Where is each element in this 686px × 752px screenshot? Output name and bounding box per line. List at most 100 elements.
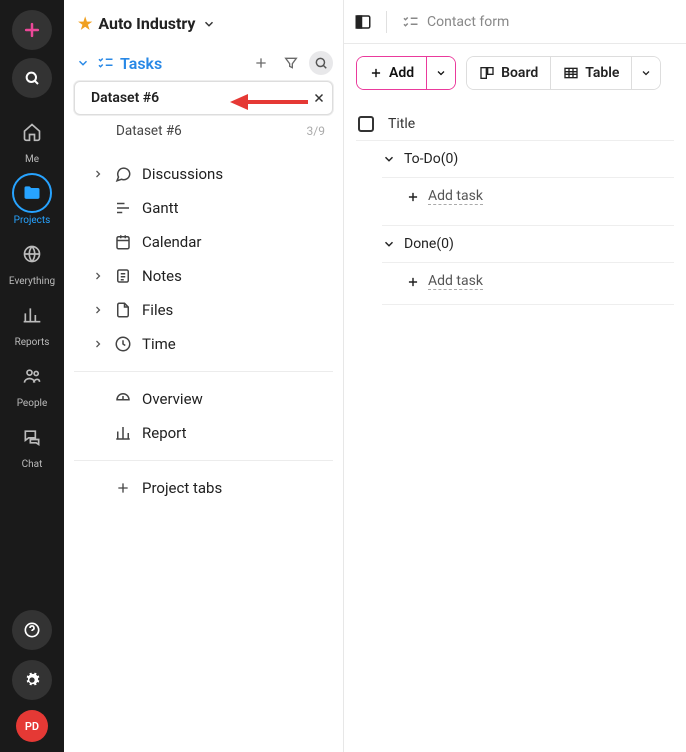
nav-discussions[interactable]: Discussions — [74, 157, 333, 191]
panel-layout-button[interactable] — [354, 13, 372, 31]
nav-item-label: Discussions — [142, 165, 223, 183]
nav-projects[interactable]: Projects — [0, 173, 64, 226]
nav-time[interactable]: Time — [74, 327, 333, 361]
nav-chat-label: Chat — [22, 459, 43, 470]
nav-me[interactable]: Me — [0, 112, 64, 165]
nav-reports[interactable]: Reports — [0, 295, 64, 348]
add-task-list-button[interactable] — [249, 51, 273, 75]
group-count: (0) — [436, 236, 454, 252]
discussions-icon — [114, 165, 132, 183]
nav-notes[interactable]: Notes — [74, 259, 333, 293]
gantt-icon — [114, 199, 132, 217]
group-todo-toggle[interactable]: To-Do(0) — [382, 141, 674, 178]
plus-icon — [406, 275, 420, 289]
people-icon — [12, 356, 52, 396]
create-button[interactable] — [12, 10, 52, 50]
nav-people-label: People — [17, 398, 48, 409]
nav-gantt[interactable]: Gantt — [74, 191, 333, 225]
nav-reports-label: Reports — [15, 337, 50, 348]
calendar-icon — [114, 233, 132, 251]
view-board-button[interactable]: Board — [467, 57, 550, 89]
plus-icon — [114, 480, 132, 496]
filter-button[interactable] — [279, 51, 303, 75]
chevron-right-icon — [92, 270, 104, 282]
table-icon — [563, 65, 579, 81]
main-panel: Contact form Add Board — [344, 0, 686, 752]
plus-icon — [369, 66, 383, 80]
chevron-down-icon — [382, 237, 396, 251]
settings-button[interactable] — [12, 660, 52, 700]
dashboard-icon — [114, 390, 132, 408]
plus-icon — [406, 190, 420, 204]
nav-everything-label: Everything — [9, 276, 55, 287]
contact-form-link[interactable]: Contact form — [401, 13, 509, 31]
add-dropdown[interactable] — [426, 57, 455, 89]
view-dropdown[interactable] — [631, 57, 660, 89]
nav-calendar[interactable]: Calendar — [74, 225, 333, 259]
column-title: Title — [388, 116, 415, 132]
nav-files[interactable]: Files — [74, 293, 333, 327]
add-task-done[interactable]: Add task — [382, 263, 674, 305]
nav-item-label: Time — [142, 335, 176, 353]
nav-item-label: Calendar — [142, 233, 202, 251]
tasks-section-toggle[interactable]: Tasks — [76, 54, 162, 73]
group-label: Done — [404, 236, 436, 252]
nav-everything[interactable]: Everything — [0, 234, 64, 287]
add-task-label: Add task — [428, 273, 483, 290]
group-count: (0) — [441, 151, 459, 167]
task-list-dataset6[interactable]: Dataset #6 — [74, 81, 333, 115]
nav-rail: Me Projects Everything Reports People — [0, 0, 64, 752]
chevron-down-icon — [435, 67, 447, 79]
file-icon — [114, 301, 132, 319]
nav-item-label: Notes — [142, 267, 182, 285]
nav-chat[interactable]: Chat — [0, 417, 64, 470]
chevron-down-icon — [202, 17, 216, 31]
clock-icon — [114, 335, 132, 353]
project-sidebar: ★ Auto Industry Tasks — [64, 0, 344, 752]
nav-item-label: Report — [142, 424, 187, 442]
task-count: 3/9 — [307, 124, 325, 138]
folder-icon — [12, 173, 52, 213]
nav-projects-label: Projects — [14, 215, 51, 226]
select-all-checkbox[interactable] — [358, 116, 374, 132]
chevron-down-icon — [76, 56, 90, 70]
group-done-toggle[interactable]: Done(0) — [382, 225, 674, 263]
add-task-todo[interactable]: Add task — [382, 178, 674, 225]
close-icon[interactable] — [312, 91, 326, 105]
nav-me-label: Me — [25, 154, 39, 165]
globe-icon — [12, 234, 52, 274]
add-button[interactable]: Add — [357, 57, 426, 89]
task-list-child-name: Dataset #6 — [116, 123, 182, 139]
search-tasks-button[interactable] — [309, 51, 333, 75]
task-list-name: Dataset #6 — [91, 90, 159, 106]
nav-people[interactable]: People — [0, 356, 64, 409]
view-table-button[interactable]: Table — [550, 57, 631, 89]
form-icon — [401, 13, 419, 31]
add-label: Add — [389, 65, 414, 81]
nav-item-label: Project tabs — [142, 479, 222, 497]
project-selector[interactable]: ★ Auto Industry — [74, 14, 333, 33]
task-list-dataset6-child[interactable]: Dataset #6 3/9 — [74, 115, 333, 147]
chevron-down-icon — [640, 67, 652, 79]
chevron-right-icon — [92, 304, 104, 316]
home-icon — [12, 112, 52, 152]
chevron-right-icon — [92, 168, 104, 180]
group-label: To-Do — [404, 151, 441, 167]
board-icon — [479, 65, 495, 81]
nav-report[interactable]: Report — [74, 416, 333, 450]
notes-icon — [114, 267, 132, 285]
board-label: Board — [501, 65, 538, 81]
tasks-icon — [96, 54, 114, 72]
column-header-row: Title — [356, 108, 674, 141]
nav-item-label: Files — [142, 301, 173, 319]
add-project-tab[interactable]: Project tabs — [74, 471, 333, 505]
nav-overview[interactable]: Overview — [74, 382, 333, 416]
star-icon: ★ — [78, 14, 92, 33]
project-title: Auto Industry — [98, 14, 195, 33]
help-button[interactable] — [12, 610, 52, 650]
contact-form-label: Contact form — [427, 14, 509, 30]
chevron-right-icon — [92, 338, 104, 350]
user-avatar[interactable]: PD — [16, 710, 48, 742]
tasks-label: Tasks — [120, 54, 162, 73]
search-button[interactable] — [12, 58, 52, 98]
